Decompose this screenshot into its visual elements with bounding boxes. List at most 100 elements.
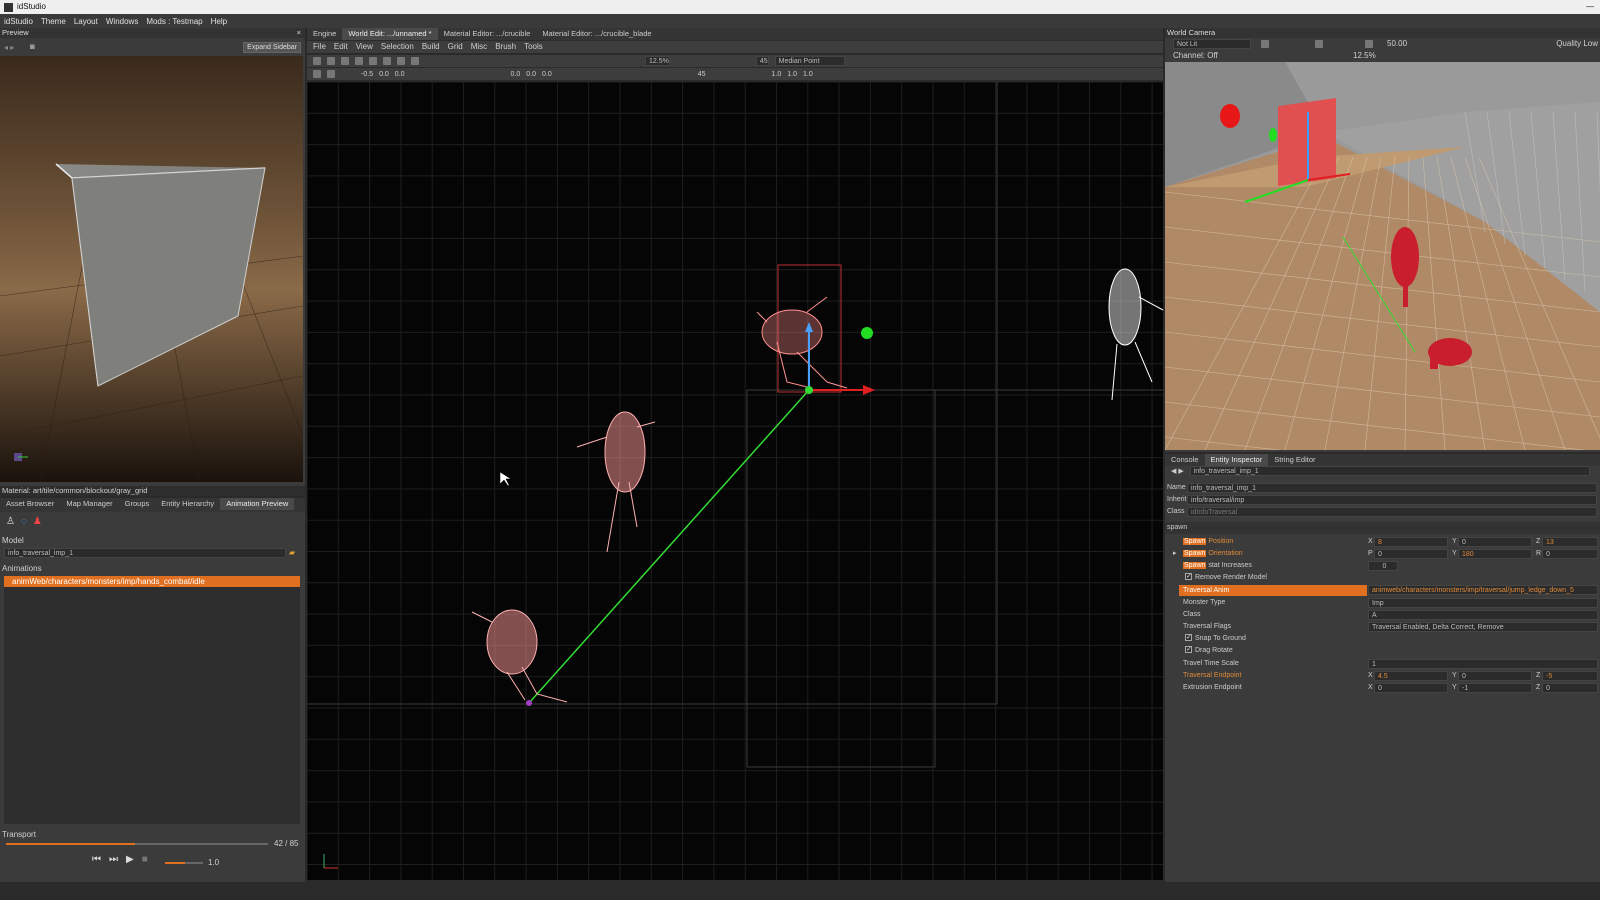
world-edit-viewport[interactable] bbox=[307, 82, 1163, 880]
channel-select[interactable]: Channel: Off bbox=[1173, 51, 1218, 60]
camera-icon[interactable]: ◙ bbox=[30, 42, 35, 51]
model-field[interactable]: info_traversal_imp_1 bbox=[4, 548, 286, 558]
menu-layout[interactable]: Layout bbox=[74, 17, 98, 26]
menu-idstudio[interactable]: idStudio bbox=[4, 17, 33, 26]
toolbar-value[interactable]: 0.0 bbox=[511, 71, 521, 78]
menu-tools[interactable]: Tools bbox=[524, 41, 543, 53]
open-icon[interactable] bbox=[327, 57, 335, 65]
entity-search-field[interactable]: info_traversal_imp_1 bbox=[1189, 466, 1590, 476]
angle-field[interactable]: 45 bbox=[755, 56, 769, 66]
traversal-anim-field[interactable]: animweb/characters/monsters/imp/traversa… bbox=[1368, 585, 1598, 595]
expand-arrow-icon[interactable]: ▸ bbox=[1173, 548, 1177, 560]
menu-view[interactable]: View bbox=[356, 41, 373, 53]
skip-back-icon[interactable]: ⏮ bbox=[92, 854, 101, 865]
back-arrow-icon[interactable]: ◀ bbox=[1171, 468, 1176, 475]
toolbar-value[interactable]: 0.0 bbox=[379, 71, 389, 78]
grid-icon[interactable] bbox=[313, 70, 321, 78]
tool-icon[interactable] bbox=[1261, 40, 1269, 48]
scale-icon[interactable] bbox=[411, 57, 419, 65]
orientation-r-field[interactable]: 0 bbox=[1542, 549, 1598, 559]
stat-field[interactable]: 0 bbox=[1368, 561, 1398, 571]
camera-speed[interactable]: 50.00 bbox=[1387, 39, 1407, 48]
step-forward-icon[interactable]: ⏭ bbox=[109, 854, 118, 865]
character-red-icon[interactable]: ♟ bbox=[33, 516, 42, 527]
spawn-section[interactable]: spawn bbox=[1165, 522, 1600, 534]
menu-grid[interactable]: Grid bbox=[448, 41, 463, 53]
menu-build[interactable]: Build bbox=[422, 41, 440, 53]
toolbar-value[interactable]: 1.0 bbox=[803, 71, 813, 78]
forward-arrow-icon[interactable]: ▶ bbox=[1178, 468, 1183, 475]
toolbar-value[interactable]: 0.0 bbox=[395, 71, 405, 78]
play-icon[interactable]: ▶ bbox=[126, 854, 134, 865]
save-icon[interactable] bbox=[313, 57, 321, 65]
tab-groups[interactable]: Groups bbox=[119, 498, 156, 510]
folder-icon[interactable]: ▰ bbox=[289, 548, 295, 557]
extrusion-y-field[interactable]: -1 bbox=[1458, 683, 1532, 693]
tab-engine[interactable]: Engine bbox=[307, 28, 342, 40]
class2-field[interactable]: A bbox=[1368, 610, 1598, 620]
extrusion-x-field[interactable]: 0 bbox=[1374, 683, 1448, 693]
tab-material-editor-blade[interactable]: Material Editor: .../crucible_blade bbox=[536, 28, 657, 40]
preview-viewport[interactable] bbox=[0, 56, 303, 482]
position-z-field[interactable]: 13 bbox=[1542, 537, 1598, 547]
undo-icon[interactable] bbox=[341, 57, 349, 65]
start-point[interactable] bbox=[526, 700, 532, 706]
character-icon[interactable]: ♙ bbox=[6, 516, 15, 527]
menu-mods[interactable]: Mods : Testmap bbox=[146, 17, 202, 26]
tab-asset-browser[interactable]: Asset Browser bbox=[0, 498, 60, 510]
tab-console[interactable]: Console bbox=[1165, 454, 1205, 466]
toolbar-value[interactable]: 1.0 bbox=[772, 71, 782, 78]
endpoint-y-field[interactable]: 0 bbox=[1458, 671, 1532, 681]
inherit-field[interactable]: info/traversal/imp bbox=[1187, 495, 1597, 505]
endpoint-handle[interactable] bbox=[861, 327, 873, 339]
tab-animation-preview[interactable]: Animation Preview bbox=[220, 498, 295, 510]
gizmo-origin[interactable] bbox=[805, 386, 813, 394]
extrusion-z-field[interactable]: 0 bbox=[1542, 683, 1598, 693]
play-camera-icon[interactable] bbox=[1365, 40, 1373, 48]
zoom-field[interactable]: 12.5% bbox=[645, 56, 670, 66]
tab-entity-hierarchy[interactable]: Entity Hierarchy bbox=[155, 498, 220, 510]
animations-list[interactable]: animWeb/characters/monsters/imp/hands_co… bbox=[4, 576, 300, 824]
snap-checkbox[interactable] bbox=[1185, 632, 1192, 644]
expand-sidebar-button[interactable]: Expand Sidebar bbox=[243, 42, 301, 53]
tab-map-manager[interactable]: Map Manager bbox=[60, 498, 118, 510]
tab-material-editor-crucible[interactable]: Material Editor: .../crucible bbox=[438, 28, 537, 40]
orientation-p-field[interactable]: 0 bbox=[1374, 549, 1448, 559]
time-scale-field[interactable]: 1 bbox=[1368, 659, 1598, 669]
move-icon[interactable] bbox=[383, 57, 391, 65]
close-icon[interactable]: × bbox=[297, 28, 301, 38]
redo-icon[interactable] bbox=[355, 57, 363, 65]
list-item-selected[interactable]: animWeb/characters/monsters/imp/hands_co… bbox=[4, 576, 300, 587]
back-icon[interactable]: ◂ ▸ bbox=[4, 43, 14, 52]
view-icon[interactable] bbox=[1315, 40, 1323, 48]
menu-file[interactable]: File bbox=[313, 41, 326, 53]
select-icon[interactable] bbox=[369, 57, 377, 65]
pivot-select[interactable]: Median Point bbox=[774, 56, 845, 66]
stop-icon[interactable]: ■ bbox=[142, 854, 148, 865]
menu-brush[interactable]: Brush bbox=[495, 41, 516, 53]
toolbar-value[interactable]: 0.0 bbox=[526, 71, 536, 78]
toolbar-value[interactable]: 0.0 bbox=[542, 71, 552, 78]
toolbar-value[interactable]: 1.0 bbox=[787, 71, 797, 78]
flags-field[interactable]: Traversal Enabled, Delta Correct, Remove bbox=[1368, 622, 1598, 632]
timeline-track[interactable] bbox=[6, 843, 268, 845]
speed-slider[interactable] bbox=[165, 862, 203, 864]
remove-render-checkbox[interactable] bbox=[1185, 571, 1192, 583]
endpoint-x-field[interactable]: 4.5 bbox=[1374, 671, 1448, 681]
camera-viewport[interactable] bbox=[1165, 62, 1600, 450]
tab-string-editor[interactable]: String Editor bbox=[1268, 454, 1321, 466]
menu-windows[interactable]: Windows bbox=[106, 17, 138, 26]
lighting-select[interactable]: Not Lit bbox=[1173, 39, 1251, 49]
quality-select[interactable]: Quality Low bbox=[1556, 39, 1598, 48]
toolbar-value[interactable]: 45 bbox=[698, 71, 706, 78]
menu-selection[interactable]: Selection bbox=[381, 41, 414, 53]
orientation-y-field[interactable]: 180 bbox=[1458, 549, 1532, 559]
toolbar-value[interactable]: -0.5 bbox=[361, 71, 373, 78]
menu-edit[interactable]: Edit bbox=[334, 41, 348, 53]
snap-icon[interactable] bbox=[327, 70, 335, 78]
camera-zoom[interactable]: 12.5% bbox=[1353, 51, 1376, 60]
menu-misc[interactable]: Misc bbox=[471, 41, 487, 53]
drag-checkbox[interactable] bbox=[1185, 644, 1192, 656]
position-x-field[interactable]: 8 bbox=[1374, 537, 1448, 547]
endpoint-z-field[interactable]: -5 bbox=[1542, 671, 1598, 681]
